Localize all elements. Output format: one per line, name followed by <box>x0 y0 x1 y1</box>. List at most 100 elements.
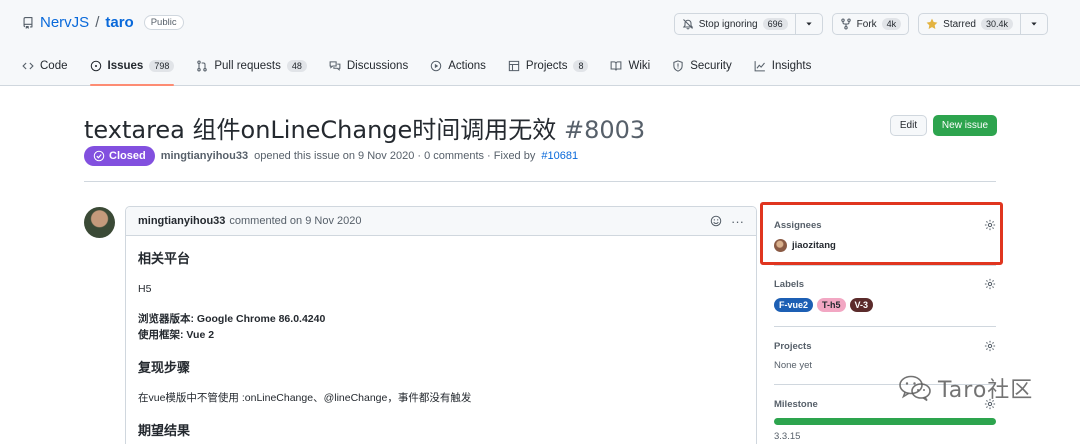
repo-tabs: Code Issues 798 Pull requests 48 Discuss… <box>22 50 812 86</box>
fork-label: Fork <box>856 18 877 30</box>
star-dropdown[interactable] <box>1020 14 1047 34</box>
star-filled-icon <box>926 18 938 30</box>
issue-opened-icon <box>90 60 102 72</box>
fork-count: 4k <box>881 18 902 30</box>
milestone-link[interactable]: 3.3.15 <box>774 431 996 442</box>
comment-date: commented on 9 Nov 2020 <box>229 215 362 227</box>
milestone-progress-bar <box>774 418 996 425</box>
tab-security[interactable]: Security <box>672 50 732 82</box>
issue-title: textarea 组件onLineChange时间调用无效 #8003 <box>84 110 645 145</box>
watch-label: Stop ignoring <box>698 18 758 30</box>
table-icon <box>508 60 520 72</box>
fork-icon <box>840 18 852 30</box>
tab-label: Wiki <box>628 60 651 72</box>
star-button[interactable]: Starred 30.4k <box>918 13 1048 35</box>
graph-icon <box>754 60 766 72</box>
tab-projects[interactable]: Projects 8 <box>508 50 589 82</box>
projects-title: Projects <box>774 340 812 352</box>
section-heading: 相关平台 <box>138 251 191 266</box>
fork-button[interactable]: Fork 4k <box>831 13 910 35</box>
watermark: Taro社区 <box>898 372 1033 404</box>
watch-count: 696 <box>762 18 788 30</box>
tab-discussions[interactable]: Discussions <box>329 50 408 82</box>
sidebar-divider <box>774 326 996 327</box>
label-list: F-vue2 T-h5 V-3 <box>774 298 996 312</box>
issue-opened-text: opened this issue on 9 Nov 2020 · 0 comm… <box>254 150 536 162</box>
tab-label: Issues <box>107 60 144 72</box>
code-icon <box>22 60 34 72</box>
tab-label: Actions <box>448 60 486 72</box>
tab-label: Code <box>40 60 68 72</box>
triangle-down-icon <box>803 18 815 30</box>
status-label: Closed <box>109 150 146 162</box>
section-heading: 复现步骤 <box>138 360 191 375</box>
header-divider <box>84 181 996 182</box>
comment-body: 相关平台 H5 浏览器版本: Google Chrome 86.0.4240 使… <box>126 236 756 444</box>
bell-slash-icon <box>682 18 694 30</box>
play-icon <box>430 60 442 72</box>
smiley-icon[interactable] <box>710 215 722 227</box>
gear-icon[interactable] <box>984 278 996 290</box>
issue-comment: mingtianyihou33 commented on 9 Nov 2020 … <box>125 206 757 444</box>
assignees-highlight-box <box>760 202 1003 265</box>
projects-value: None yet <box>774 360 813 371</box>
tab-insights[interactable]: Insights <box>754 50 812 82</box>
repo-separator: / <box>95 14 100 31</box>
framework-line: 使用框架: Vue 2 <box>138 327 744 343</box>
repo-actions: Stop ignoring 696 Fork 4k Starred 30.4k <box>673 13 1048 35</box>
repo-icon <box>22 16 34 29</box>
sidebar-labels: Labels F-vue2 T-h5 V-3 <box>774 278 996 312</box>
steps-text: 在vue模版中不管使用 :onLineChange、@lineChange，事件… <box>138 392 472 404</box>
repo-owner-link[interactable]: NervJS <box>40 14 89 31</box>
star-count: 30.4k <box>980 18 1013 30</box>
comment-discussion-icon <box>329 60 341 72</box>
sidebar-projects: Projects None yet <box>774 340 996 371</box>
issue-meta: Closed mingtianyihou33 opened this issue… <box>84 146 578 166</box>
avatar[interactable] <box>84 207 115 238</box>
tab-label: Insights <box>771 60 812 72</box>
fixed-by-link[interactable]: #10681 <box>541 150 578 162</box>
tab-actions[interactable]: Actions <box>430 50 486 82</box>
repo-title: NervJS / taro Public <box>22 14 184 31</box>
tab-label: Projects <box>525 60 568 72</box>
edit-button[interactable]: Edit <box>890 115 927 136</box>
watermark-text: Taro社区 <box>938 378 1034 403</box>
repo-name-link[interactable]: taro <box>105 14 133 31</box>
watch-button[interactable]: Stop ignoring 696 <box>673 13 823 35</box>
new-issue-button[interactable]: New issue <box>933 115 997 136</box>
tab-issues[interactable]: Issues 798 <box>89 50 175 86</box>
sidebar-milestone: Milestone 3.3.15 <box>774 398 996 442</box>
framework-label: 使用框架: <box>138 329 184 341</box>
browser-value: Google Chrome 86.0.4240 <box>196 313 326 325</box>
visibility-badge: Public <box>143 15 184 30</box>
tab-count: 798 <box>149 60 175 72</box>
tab-label: Discussions <box>346 60 409 72</box>
tab-label: Security <box>690 60 732 72</box>
gear-icon[interactable] <box>984 340 996 352</box>
browser-label: 浏览器版本: <box>138 313 194 325</box>
tab-code[interactable]: Code <box>22 50 68 82</box>
label-f-vue2[interactable]: F-vue2 <box>774 298 814 312</box>
label-v-3[interactable]: V-3 <box>849 298 874 312</box>
framework-value: Vue 2 <box>186 329 215 341</box>
issue-author-link[interactable]: mingtianyihou33 <box>161 150 248 162</box>
tab-label: Pull requests <box>214 60 281 72</box>
issue-title-text: textarea 组件onLineChange时间调用无效 <box>84 116 557 144</box>
sidebar-divider <box>774 265 996 266</box>
status-badge: Closed <box>84 146 155 166</box>
tab-pull-requests[interactable]: Pull requests 48 <box>196 50 307 82</box>
section-heading: 期望结果 <box>138 423 191 438</box>
triangle-down-icon <box>1028 18 1040 30</box>
shield-icon <box>672 60 684 72</box>
issue-number: #8003 <box>563 116 646 144</box>
book-icon <box>610 60 622 72</box>
check-circle-icon <box>93 150 105 162</box>
more-options-icon[interactable]: ··· <box>731 214 744 229</box>
comment-author-link[interactable]: mingtianyihou33 <box>138 215 225 227</box>
tab-wiki[interactable]: Wiki <box>610 50 650 82</box>
tab-count: 8 <box>573 60 589 72</box>
watch-dropdown[interactable] <box>794 14 822 34</box>
milestone-title: Milestone <box>774 398 818 410</box>
repo-header: NervJS / taro Public Stop ignoring 696 F <box>0 0 1080 86</box>
label-t-h5[interactable]: T-h5 <box>817 298 846 312</box>
